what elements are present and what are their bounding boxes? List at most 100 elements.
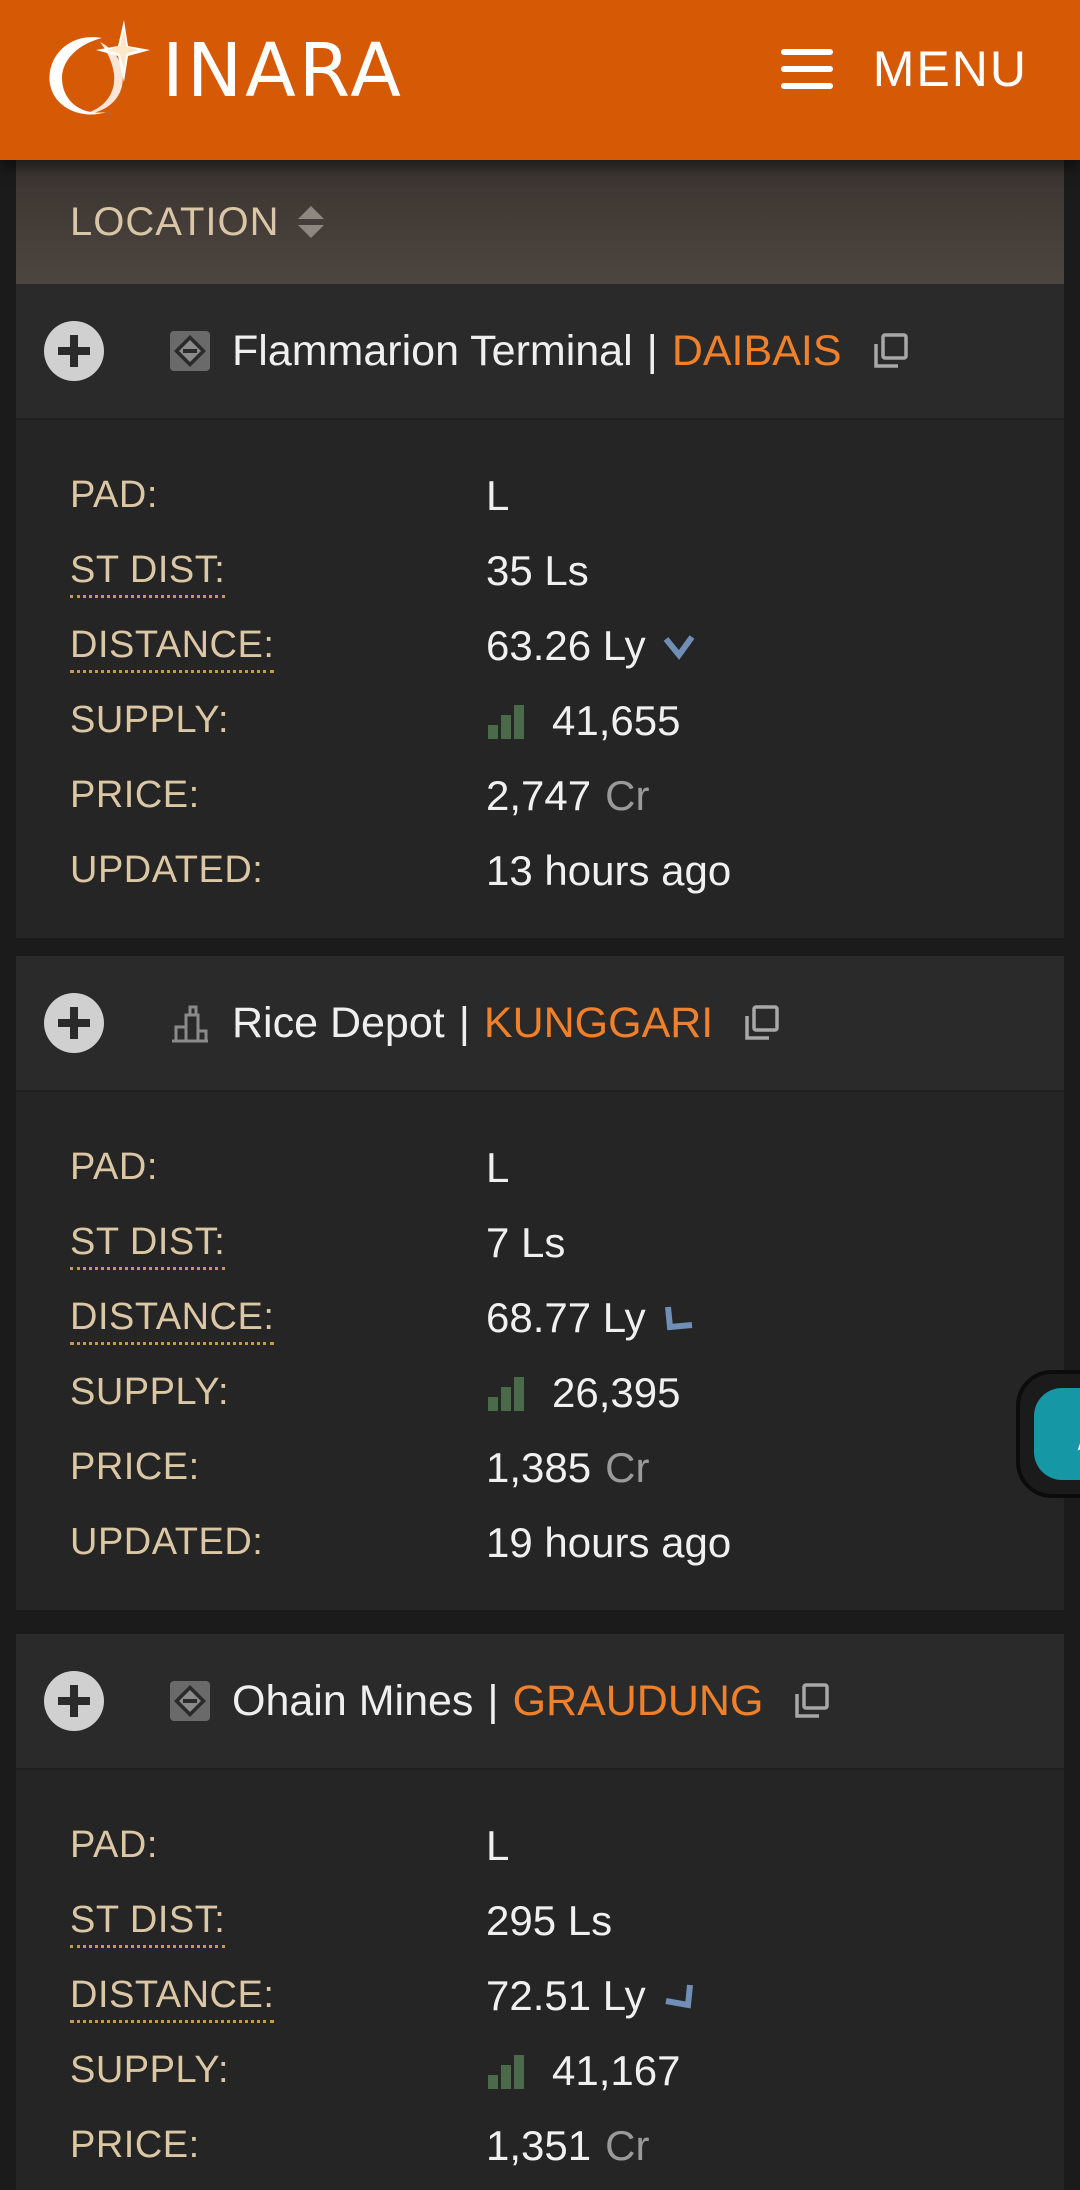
title-separator: | [487, 1676, 499, 1725]
copy-icon[interactable] [793, 1682, 831, 1720]
distance-row: DISTANCE: 72.51 Ly [70, 1958, 1064, 2033]
updated-row: UPDATED: 19 hours ago [70, 1505, 1064, 1580]
supply-row: SUPPLY: 41,655 [70, 683, 1064, 758]
hamburger-icon [780, 49, 833, 89]
station-name-link[interactable]: Ohain Mines [232, 1677, 473, 1726]
st-dist-label[interactable]: ST DIST: [70, 549, 486, 598]
distance-value: 68.77 Ly [486, 1294, 696, 1342]
edit-button-face[interactable] [1034, 1388, 1080, 1480]
price-row: PRICE: 2,747 Cr [70, 758, 1064, 833]
title-separator: | [646, 326, 658, 375]
floating-edit-button[interactable] [1016, 1370, 1080, 1498]
price-unit: Cr [605, 2121, 650, 2169]
distance-label[interactable]: DISTANCE: [70, 1296, 486, 1345]
supply-row: SUPPLY: 26,395 [70, 1355, 1064, 1430]
price-value: 2,747 Cr [486, 772, 649, 820]
distance-row: DISTANCE: 63.26 Ly [70, 608, 1064, 683]
station-card: Flammarion Terminal | DAIBAIS PAD: L ST … [16, 284, 1064, 938]
copy-icon[interactable] [743, 1004, 781, 1042]
price-unit: Cr [605, 771, 650, 819]
price-value: 1,351 Cr [486, 2122, 649, 2170]
price-label: PRICE: [70, 774, 200, 816]
station-title: Flammarion Terminal | DAIBAIS [232, 327, 910, 376]
system-name-link[interactable]: KUNGGARI [484, 999, 713, 1048]
inara-logo[interactable]: INARA [40, 16, 404, 126]
sort-icon[interactable] [297, 204, 324, 240]
station-card: Rice Depot | KUNGGARI PAD: L ST DIST: 7 … [16, 956, 1064, 1610]
pad-value: L [486, 1821, 510, 1869]
supply-text: 26,395 [552, 1368, 681, 1416]
pad-value: L [486, 1143, 510, 1191]
price-label: PRICE: [70, 2124, 200, 2166]
st-dist-row: ST DIST: 35 Ls [70, 533, 1064, 608]
st-dist-row: ST DIST: 295 Ls [70, 1883, 1064, 1958]
location-column-header[interactable]: LOCATION [16, 160, 1064, 284]
station-name-link[interactable]: Rice Depot [232, 999, 445, 1048]
supply-label: SUPPLY: [70, 2049, 230, 2091]
pad-value: L [486, 471, 510, 519]
st-dist-label[interactable]: ST DIST: [70, 1221, 486, 1270]
supply-bars-icon [488, 1376, 524, 1411]
top-app-bar: INARA MENU [0, 0, 1080, 160]
logo-text: INARA [162, 28, 404, 114]
expand-plus-icon[interactable] [44, 321, 104, 381]
distance-text: 68.77 Ly [486, 1293, 646, 1341]
price-unit: Cr [605, 1443, 650, 1491]
supply-label: SUPPLY: [70, 699, 230, 741]
pad-label: PAD: [70, 1824, 158, 1866]
price-text: 1,385 [486, 1443, 592, 1491]
station-card-header: Flammarion Terminal | DAIBAIS [16, 284, 1064, 420]
supply-value: 41,167 [486, 2047, 680, 2095]
st-dist-row: ST DIST: 7 Ls [70, 1205, 1064, 1280]
supply-label: SUPPLY: [70, 1371, 230, 1413]
title-separator: | [458, 998, 470, 1047]
system-name-link[interactable]: GRAUDUNG [513, 1677, 764, 1726]
supply-bars-icon [488, 2054, 524, 2089]
pad-row: PAD: L [70, 1130, 1064, 1205]
supply-row: SUPPLY: 41,167 [70, 2033, 1064, 2108]
updated-label: UPDATED: [70, 1521, 264, 1563]
distance-value: 72.51 Ly [486, 1972, 696, 2020]
station-details: PAD: L ST DIST: 295 Ls DISTANCE: 72.51 L… [16, 1770, 1064, 2190]
distance-label[interactable]: DISTANCE: [70, 624, 486, 673]
location-column-label: LOCATION [70, 199, 280, 244]
station-title: Ohain Mines | GRAUDUNG [232, 1677, 831, 1726]
system-name-link[interactable]: DAIBAIS [672, 327, 842, 376]
station-title: Rice Depot | KUNGGARI [232, 999, 781, 1048]
surface-settlement-icon [172, 1005, 208, 1043]
menu-label: MENU [872, 41, 1028, 97]
pad-label: PAD: [70, 474, 158, 516]
price-value: 1,385 Cr [486, 1444, 649, 1492]
expand-plus-icon[interactable] [44, 993, 104, 1053]
coriolis-station-icon [170, 331, 210, 371]
station-card-header: Rice Depot | KUNGGARI [16, 956, 1064, 1092]
pencil-icon [1077, 1443, 1080, 1451]
expand-plus-icon[interactable] [44, 1671, 104, 1731]
inara-star-logo-icon [49, 20, 150, 115]
station-details: PAD: L ST DIST: 7 Ls DISTANCE: 68.77 Ly … [16, 1092, 1064, 1610]
distance-text: 63.26 Ly [486, 621, 646, 669]
st-dist-value: 295 Ls [486, 1896, 613, 1944]
price-text: 2,747 [486, 771, 592, 819]
distance-label[interactable]: DISTANCE: [70, 1974, 486, 2023]
supply-bars-icon [488, 704, 524, 739]
supply-text: 41,655 [552, 696, 681, 744]
station-card: Ohain Mines | GRAUDUNG PAD: L ST DIST: 2… [16, 1634, 1064, 2190]
st-dist-value: 7 Ls [486, 1218, 566, 1266]
price-label: PRICE: [70, 1446, 200, 1488]
station-card-header: Ohain Mines | GRAUDUNG [16, 1634, 1064, 1770]
updated-value: 13 hours ago [486, 846, 732, 894]
distance-text: 72.51 Ly [486, 1971, 646, 2019]
station-name-link[interactable]: Flammarion Terminal [232, 327, 633, 376]
st-dist-label[interactable]: ST DIST: [70, 1899, 486, 1948]
st-dist-value: 35 Ls [486, 546, 589, 594]
updated-row: UPDATED: 13 hours ago [70, 833, 1064, 908]
copy-icon[interactable] [872, 332, 910, 370]
supply-value: 41,655 [486, 697, 680, 745]
menu-button[interactable]: MENU [780, 40, 1028, 98]
supply-text: 41,167 [552, 2046, 681, 2094]
distance-value: 63.26 Ly [486, 622, 696, 670]
price-row: PRICE: 1,385 Cr [70, 1430, 1064, 1505]
coriolis-station-icon [170, 1681, 210, 1721]
arrow-down-icon [663, 634, 695, 660]
